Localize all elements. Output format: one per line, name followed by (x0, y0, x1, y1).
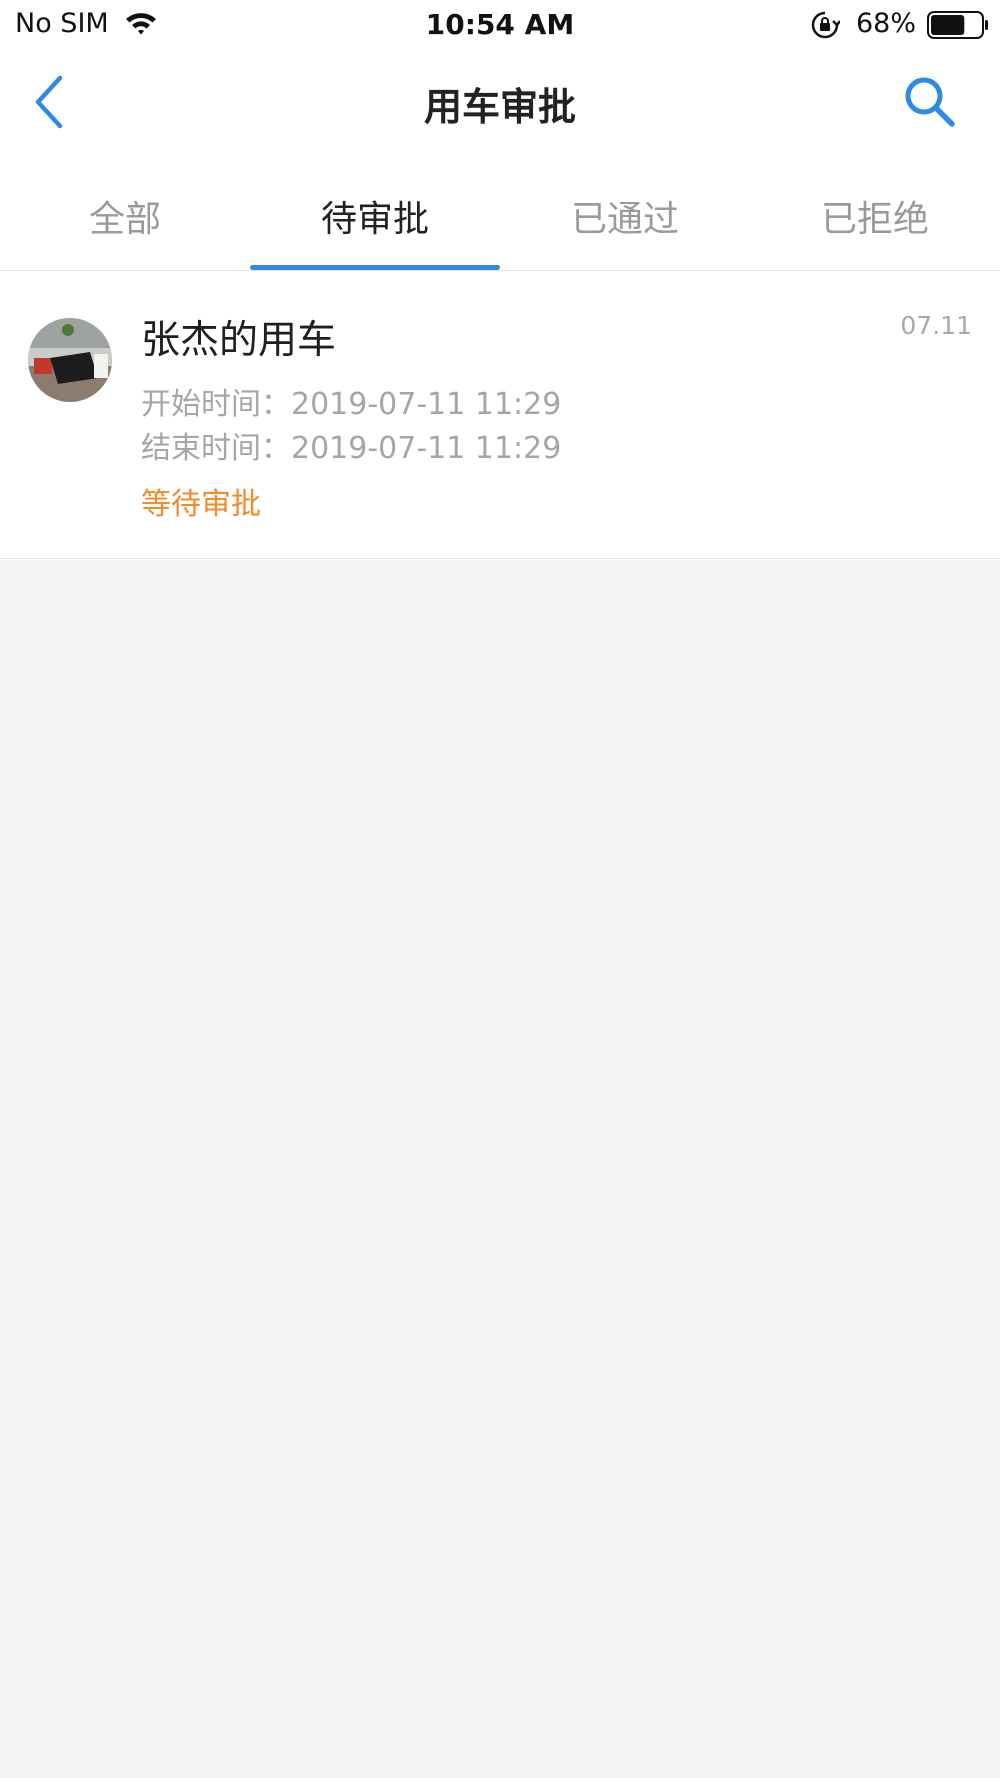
item-title: 张杰的用车 (141, 318, 337, 363)
battery-percent: 68% (856, 8, 917, 39)
battery-icon (927, 11, 988, 39)
tab-rejected[interactable]: 已拒绝 (750, 170, 1000, 270)
avatar (28, 318, 112, 402)
page-title: 用车审批 (423, 85, 576, 129)
tab-approved[interactable]: 已通过 (500, 170, 750, 270)
list-item[interactable]: 张杰的用车 07.11 开始时间：2019-07-11 11:29 结束时间：2… (0, 271, 1000, 559)
orientation-lock-icon (811, 11, 840, 39)
filter-tabs: 全部 待审批 已通过 已拒绝 (0, 170, 1000, 270)
tab-all[interactable]: 全部 (0, 170, 250, 270)
status-badge: 等待审批 (141, 487, 261, 522)
tab-label: 已拒绝 (820, 199, 929, 240)
tab-label: 全部 (88, 199, 161, 240)
avatar-photo (28, 318, 112, 402)
approval-list: 张杰的用车 07.11 开始时间：2019-07-11 11:29 结束时间：2… (0, 271, 1000, 559)
item-end-time: 结束时间：2019-07-11 11:29 (141, 431, 562, 466)
tab-label: 已通过 (570, 199, 679, 240)
search-button[interactable] (902, 74, 958, 130)
item-start-time: 开始时间：2019-07-11 11:29 (141, 387, 562, 422)
clock-time: 10:54 AM (425, 8, 575, 41)
navigation-bar: 用车审批 (0, 50, 1000, 154)
status-bar: No SIM 10:54 AM 68% (0, 0, 1000, 50)
tab-label: 待审批 (320, 199, 429, 240)
search-icon (905, 77, 955, 127)
tab-pending[interactable]: 待审批 (250, 170, 500, 270)
item-date: 07.11 (900, 311, 972, 340)
